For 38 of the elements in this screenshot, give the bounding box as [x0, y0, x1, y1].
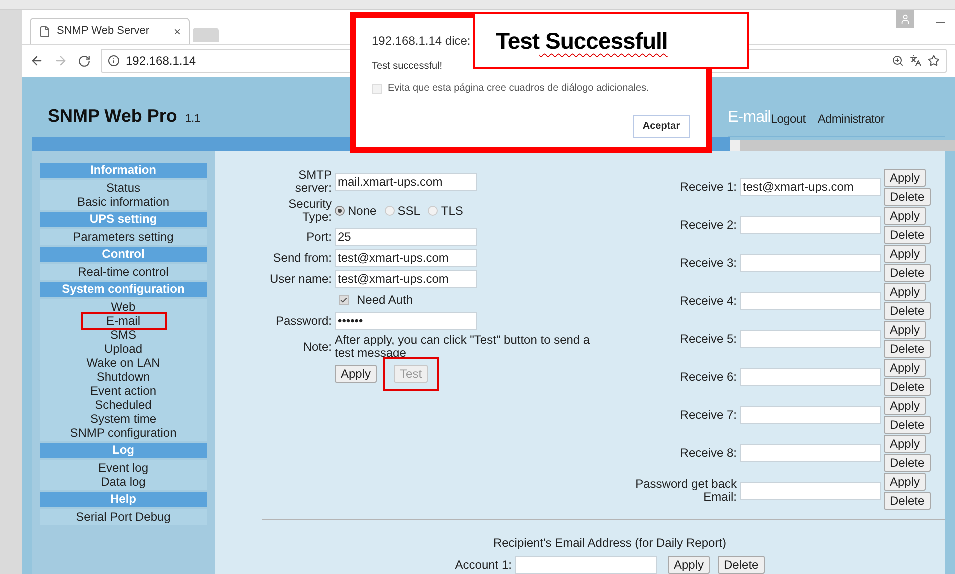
- section-header: Control: [40, 247, 207, 262]
- note-text: After apply, you can click "Test" button to send a test message: [335, 334, 592, 360]
- field-label: Password get back Email:: [634, 478, 737, 504]
- field-label: Port:: [306, 230, 332, 244]
- field-label: Receive 4:: [679, 294, 737, 308]
- section-header: UPS setting: [40, 212, 207, 227]
- field-label: Account 1:: [455, 557, 512, 574]
- field-label: Security Type:: [288, 198, 332, 224]
- version-text: 1.1: [185, 112, 201, 127]
- field-label: Receive 2:: [679, 218, 737, 232]
- page-title: E-mail: [728, 108, 771, 128]
- section-header: Help: [40, 492, 207, 507]
- field-label: Receive 3:: [679, 256, 737, 270]
- url-text: 192.168.1.14: [126, 53, 196, 70]
- callout-text: Test Successfull: [496, 27, 668, 56]
- checkbox-label: Evita que esta página cree cuadros de diálogo adicionales.: [388, 82, 650, 96]
- radio-label: SSL: [398, 203, 420, 220]
- radio-label: None: [348, 203, 377, 220]
- dialog-message: Test successful!: [372, 60, 444, 74]
- field-label: User name:: [268, 272, 332, 286]
- field-label: Send from:: [272, 252, 332, 264]
- section-header: Information: [40, 163, 207, 178]
- field-label: SMTP server:: [294, 169, 332, 195]
- section-title: Recipient's Email Address (for Daily Report): [492, 535, 728, 552]
- field-label: Receive 5:: [679, 332, 737, 346]
- tab-title: SNMP Web Server: [57, 24, 151, 40]
- field-label: Receive 7:: [679, 408, 737, 422]
- radio-label: TLS: [441, 203, 464, 220]
- field-label: Password:: [274, 314, 332, 328]
- site-title: SNMP Web Pro: [48, 105, 178, 128]
- section-header: System configuration: [40, 282, 207, 297]
- section-header: Log: [40, 443, 207, 458]
- field-label: Receive 6:: [679, 370, 737, 384]
- field-label: Receive 8:: [679, 446, 737, 460]
- checkbox-label: Need Auth: [357, 292, 414, 309]
- dialog-origin: 192.168.1.14 dice:: [372, 33, 471, 50]
- field-label: Receive 1:: [679, 180, 737, 194]
- field-label: Note:: [302, 340, 332, 354]
